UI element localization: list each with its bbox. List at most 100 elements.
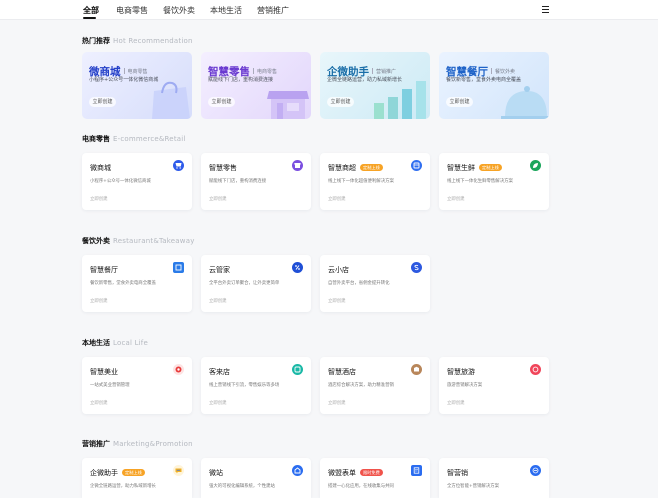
section-subtitle: E-commerce&Retail xyxy=(113,135,186,143)
app-card-shop-visit[interactable]: 客来店 线上营销线下引流，零售娱乐等多场 立即创建 xyxy=(201,357,311,414)
app-card-desc: 自营外卖平台，省佣金提升转化 xyxy=(328,281,390,286)
app-card-desc: 线上线下一体化超值便利解决方案 xyxy=(328,179,394,184)
app-card-name: 智营销 xyxy=(447,469,468,477)
tab-local-life[interactable]: 本地生活 xyxy=(210,5,242,16)
section-title-hot: 热门推荐 Hot Recommendation xyxy=(82,36,193,46)
tab-restaurant-takeaway[interactable]: 餐饮外卖 xyxy=(163,5,195,16)
create-now-link[interactable]: 立即创建 xyxy=(90,400,108,406)
section-title-label: 本地生活 xyxy=(82,339,110,347)
app-card-smart-restaurant[interactable]: 智慧餐厅 餐饮新零售，堂食外卖电商全覆盖 立即创建 xyxy=(82,255,192,312)
app-card-smart-fresh[interactable]: 智慧生鲜 定制上线 线上线下一体化生鲜零售解决方案 立即创建 xyxy=(439,153,549,210)
create-now-button[interactable]: 立即创建 xyxy=(327,97,354,107)
section-title-label: 热门推荐 xyxy=(82,37,110,45)
section-title-ecommerce: 电商零售 E-commerce&Retail xyxy=(82,134,186,144)
app-card-name-text: 智慧商超 xyxy=(328,164,356,172)
app-card-name: 智慧酒店 xyxy=(328,368,356,376)
storefront-icon xyxy=(267,91,309,119)
travel-icon xyxy=(530,364,541,375)
hot-card-tag: 电商零售 xyxy=(257,69,278,75)
chat-bubble-icon xyxy=(173,465,184,476)
app-card-name: 云管家 xyxy=(209,266,230,274)
app-card-smart-retail[interactable]: 智慧零售 赋能线下门店，重构消费连接 立即创建 xyxy=(201,153,311,210)
form-icon xyxy=(411,465,422,476)
app-card-desc: 企微全链路运营，助力私域新增长 xyxy=(90,484,156,489)
tab-all[interactable]: 全部 xyxy=(83,5,99,16)
section-subtitle: Hot Recommendation xyxy=(113,37,193,45)
marketing-icon xyxy=(530,465,541,476)
create-now-button[interactable]: 立即创建 xyxy=(446,97,473,107)
hamburger-menu-icon[interactable] xyxy=(542,6,549,13)
tab-marketing-promotion[interactable]: 营销推广 xyxy=(257,5,289,16)
app-card-smart-beauty[interactable]: 智慧美业 一站式美业营销管理 立即创建 xyxy=(82,357,192,414)
store-icon xyxy=(292,160,303,171)
cloud-butler-icon xyxy=(292,262,303,273)
app-card-wework-assistant[interactable]: 企微助手 定制上线 企微全链路运营，助力私域新增长 xyxy=(82,458,192,498)
hot-card-desc: 赋能线下门店，重构消费连接 xyxy=(208,77,274,83)
app-card-cloud-shop[interactable]: 云小店 自营外卖平台，省佣金提升转化 立即创建 xyxy=(320,255,430,312)
top-nav: 全部 电商零售 餐饮外卖 本地生活 营销推广 xyxy=(0,0,658,20)
status-badge: 定制上线 xyxy=(122,469,145,476)
create-now-link[interactable]: 立即创建 xyxy=(447,196,465,202)
app-card-desc: 强大的可视化编辑系统，个性建站 xyxy=(209,484,275,489)
section-subtitle: Local Life xyxy=(113,339,148,347)
app-card-desc: 餐饮新零售，堂食外卖电商全覆盖 xyxy=(90,281,156,286)
shopping-cart-icon xyxy=(173,160,184,171)
app-card-smart-travel[interactable]: 智慧旅游 旅游营销解决方案 立即创建 xyxy=(439,357,549,414)
app-card-desc: 一站式美业营销管理 xyxy=(90,383,130,388)
app-card-desc: 全平台外卖订单聚合，让外卖更简单 xyxy=(209,281,280,286)
app-card-name: 智慧零售 xyxy=(209,164,237,172)
app-card-weimall[interactable]: 微商城 小程序+公众号一体化微信商城 立即创建 xyxy=(82,153,192,210)
app-card-desc: 旅游营销解决方案 xyxy=(447,383,483,388)
hot-card-smart-retail[interactable]: 智慧零售 电商零售 赋能线下门店，重构消费连接 立即创建 xyxy=(201,52,311,119)
create-now-link[interactable]: 立即创建 xyxy=(209,196,227,202)
section-title-label: 营销推广 xyxy=(82,440,110,448)
create-now-link[interactable]: 立即创建 xyxy=(328,196,346,202)
app-card-name: 客来店 xyxy=(209,368,230,376)
app-card-smart-hotel[interactable]: 智慧酒店 酒店综合解决方案，助力精准营销 立即创建 xyxy=(320,357,430,414)
app-card-desc: 搭建一心化应用，在线收集与共同 xyxy=(328,484,394,489)
app-card-name: 微站 xyxy=(209,469,223,477)
hot-card-tag: 餐饮外卖 xyxy=(495,69,516,75)
beauty-icon xyxy=(173,364,184,375)
tab-ecommerce-retail[interactable]: 电商零售 xyxy=(116,5,148,16)
app-card-name: 智慧旅游 xyxy=(447,368,475,376)
hot-card-wework-assistant[interactable]: 企微助手 营销推广 企微全链路运营，助力私域新增长 立即创建 xyxy=(320,52,430,119)
status-badge: 定制上线 xyxy=(360,164,383,171)
create-now-button[interactable]: 立即创建 xyxy=(89,97,116,107)
status-badge: 定制上线 xyxy=(479,164,502,171)
shop-s-icon xyxy=(411,262,422,273)
leaf-icon xyxy=(530,160,541,171)
create-now-link[interactable]: 立即创建 xyxy=(90,298,108,304)
hot-card-weimall[interactable]: 微商城 电商零售 小程序+公众号一体化微信商城 立即创建 xyxy=(82,52,192,119)
app-card-desc: 酒店综合解决方案，助力精准营销 xyxy=(328,383,394,388)
app-card-name: 企微助手 定制上线 xyxy=(90,468,145,478)
shopping-bag-icon xyxy=(152,81,190,119)
dish-cover-icon xyxy=(501,86,549,119)
app-card-smart-supermarket[interactable]: 智慧商超 定制上线 线上线下一体化超值便利解决方案 立即创建 xyxy=(320,153,430,210)
section-title-local-life: 本地生活 Local Life xyxy=(82,338,148,348)
app-card-name-text: 智慧生鲜 xyxy=(447,164,475,172)
hotel-icon xyxy=(411,364,422,375)
shop-visit-icon xyxy=(292,364,303,375)
app-card-weimob-form[interactable]: 微盟表单 限时免费 搭建一心化应用，在线收集与共同 xyxy=(320,458,430,498)
create-now-link[interactable]: 立即创建 xyxy=(209,298,227,304)
create-now-link[interactable]: 立即创建 xyxy=(328,298,346,304)
section-title-label: 餐饮外卖 xyxy=(82,237,110,245)
app-card-desc: 赋能线下门店，重构消费连接 xyxy=(209,179,267,184)
app-card-cloud-butler[interactable]: 云管家 全平台外卖订单聚合，让外卖更简单 立即创建 xyxy=(201,255,311,312)
hot-card-smart-restaurant[interactable]: 智慧餐厅 餐饮外卖 餐饮新零售，堂食外卖电商全覆盖 立即创建 xyxy=(439,52,549,119)
section-title-marketing: 营销推广 Marketing&Promotion xyxy=(82,439,193,449)
supermarket-icon xyxy=(411,160,422,171)
growth-chart-icon xyxy=(374,81,426,119)
hot-card-desc: 餐饮新零售，堂食外卖电商全覆盖 xyxy=(446,77,522,83)
create-now-link[interactable]: 立即创建 xyxy=(90,196,108,202)
create-now-button[interactable]: 立即创建 xyxy=(208,97,235,107)
app-card-smart-marketing[interactable]: 智营销 全方位智能+营销解决方案 xyxy=(439,458,549,498)
section-title-restaurant: 餐饮外卖 Restaurant&Takeaway xyxy=(82,236,195,246)
create-now-link[interactable]: 立即创建 xyxy=(447,400,465,406)
create-now-link[interactable]: 立即创建 xyxy=(328,400,346,406)
create-now-link[interactable]: 立即创建 xyxy=(209,400,227,406)
website-icon xyxy=(292,465,303,476)
app-card-name: 智慧生鲜 定制上线 xyxy=(447,163,502,173)
app-card-micro-site[interactable]: 微站 强大的可视化编辑系统，个性建站 xyxy=(201,458,311,498)
